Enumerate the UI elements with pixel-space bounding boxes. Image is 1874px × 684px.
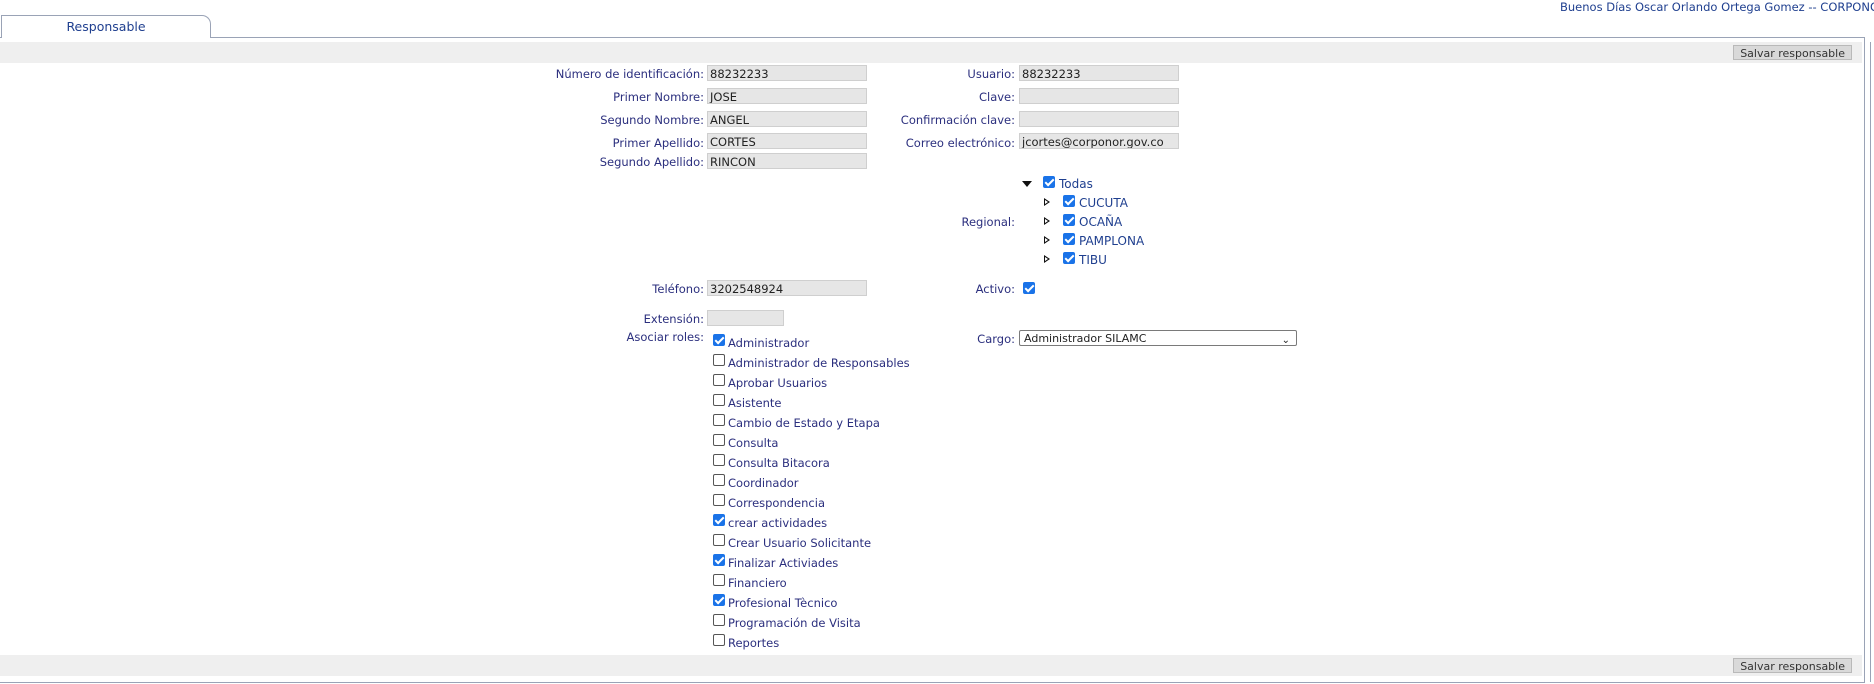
usuario-input[interactable]: 88232233 <box>1019 65 1179 81</box>
role-label: Reportes <box>728 636 780 650</box>
role-checkbox[interactable] <box>713 614 725 626</box>
telefono-label: Teléfono: <box>652 282 704 296</box>
bottom-toolbar: Salvar responsable <box>0 655 1862 676</box>
primer-nombre-label: Primer Nombre: <box>613 90 704 104</box>
segundo-nombre-input[interactable]: ANGEL <box>707 111 867 127</box>
usuario-label: Usuario: <box>967 67 1015 81</box>
primer-nombre-input[interactable]: JOSE <box>707 88 867 104</box>
greeting-text: Buenos Días Oscar Orlando Ortega Gomez -… <box>1560 0 1874 14</box>
regional-item-label: CUCUTA <box>1079 196 1128 210</box>
regional-item-label: TIBU <box>1079 253 1107 267</box>
chevron-down-icon: ⌄ <box>1281 335 1290 346</box>
role-label: Crear Usuario Solicitante <box>728 536 872 550</box>
clave-input[interactable] <box>1019 88 1179 104</box>
correo-label: Correo electrónico: <box>905 136 1015 150</box>
role-label: Cambio de Estado y Etapa <box>728 416 880 430</box>
confirmacion-input[interactable] <box>1019 111 1179 127</box>
telefono-input[interactable]: 3202548924 <box>707 280 867 296</box>
regional-item-checkbox[interactable] <box>1063 195 1075 207</box>
cargo-select[interactable]: Administrador SILAMC ⌄ <box>1019 330 1297 346</box>
role-label: Administrador de Responsables <box>728 356 910 370</box>
role-label: Asistente <box>728 396 782 410</box>
role-label: Coordinador <box>728 476 799 490</box>
regional-root-label: Todas <box>1059 177 1093 191</box>
regional-item-label: PAMPLONA <box>1079 234 1145 248</box>
role-label: Finalizar Activiades <box>728 556 839 570</box>
role-checkbox[interactable] <box>713 574 725 586</box>
role-checkbox[interactable] <box>713 434 725 446</box>
confirmacion-label: Confirmación clave: <box>900 113 1015 127</box>
role-checkbox[interactable] <box>713 414 725 426</box>
role-checkbox[interactable] <box>713 514 725 526</box>
role-checkbox[interactable] <box>713 494 725 506</box>
triangle-right-icon[interactable] <box>1044 198 1050 206</box>
role-label: crear actividades <box>728 516 828 530</box>
tab-responsable[interactable]: Responsable <box>1 15 211 38</box>
regional-item-checkbox[interactable] <box>1063 252 1075 264</box>
cargo-select-value: Administrador SILAMC <box>1024 332 1147 345</box>
save-button-top[interactable]: Salvar responsable <box>1733 45 1852 60</box>
role-checkbox[interactable] <box>713 634 725 646</box>
activo-label: Activo: <box>975 282 1015 296</box>
panel-border <box>1867 42 1871 682</box>
primer-apellido-label: Primer Apellido: <box>612 136 704 150</box>
role-label: Programación de Visita <box>728 616 861 630</box>
role-checkbox[interactable] <box>713 334 725 346</box>
regional-root-checkbox[interactable] <box>1043 176 1055 188</box>
clave-label: Clave: <box>978 90 1015 104</box>
role-label: Correspondencia <box>728 496 825 510</box>
correo-input[interactable]: jcortes@corponor.gov.co <box>1019 133 1179 149</box>
save-button-bottom[interactable]: Salvar responsable <box>1733 658 1852 673</box>
role-label: Aprobar Usuarios <box>728 376 828 390</box>
cargo-label: Cargo: <box>977 332 1015 346</box>
segundo-nombre-label: Segundo Nombre: <box>600 113 704 127</box>
role-checkbox[interactable] <box>713 394 725 406</box>
role-label: Consulta Bitacora <box>728 456 830 470</box>
regional-item-checkbox[interactable] <box>1063 233 1075 245</box>
role-label: Administrador <box>728 336 810 350</box>
roles-label: Asociar roles: <box>626 330 705 344</box>
role-checkbox[interactable] <box>713 534 725 546</box>
role-checkbox[interactable] <box>713 374 725 386</box>
extension-input[interactable] <box>707 310 784 326</box>
role-checkbox[interactable] <box>713 554 725 566</box>
role-checkbox[interactable] <box>713 474 725 486</box>
regional-label: Regional: <box>961 215 1016 229</box>
triangle-right-icon[interactable] <box>1044 217 1050 225</box>
role-label: Financiero <box>728 576 787 590</box>
form-panel: Salvar responsable Salvar responsable <box>0 37 1871 683</box>
primer-apellido-input[interactable]: CORTES <box>707 133 867 149</box>
identificacion-label: Número de identificación: <box>555 67 704 81</box>
identificacion-input[interactable]: 88232233 <box>707 65 867 81</box>
regional-item-label: OCAÑA <box>1079 215 1123 229</box>
triangle-right-icon[interactable] <box>1044 236 1050 244</box>
role-checkbox[interactable] <box>713 594 725 606</box>
role-label: Consulta <box>728 436 779 450</box>
triangle-down-icon[interactable] <box>1022 181 1032 187</box>
segundo-apellido-input[interactable]: RINCON <box>707 153 867 169</box>
role-checkbox[interactable] <box>713 454 725 466</box>
extension-label: Extensión: <box>643 312 704 326</box>
segundo-apellido-label: Segundo Apellido: <box>599 155 704 169</box>
triangle-right-icon[interactable] <box>1044 255 1050 263</box>
activo-checkbox[interactable] <box>1023 282 1035 294</box>
top-toolbar: Salvar responsable <box>0 42 1862 63</box>
regional-item-checkbox[interactable] <box>1063 214 1075 226</box>
role-label: Profesional Tècnico <box>728 596 838 610</box>
role-checkbox[interactable] <box>713 354 725 366</box>
